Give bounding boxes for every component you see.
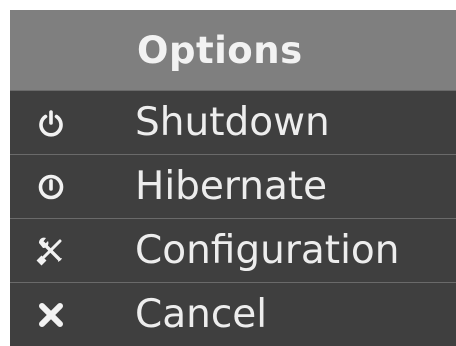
hibernate-icon: [31, 167, 71, 207]
tools-icon: [31, 231, 71, 271]
menu-item-shutdown[interactable]: Shutdown: [10, 90, 456, 154]
menu-item-cancel[interactable]: Cancel: [10, 282, 456, 346]
close-icon: [31, 295, 71, 335]
options-menu: Options Shutdown Hibernate Configuration…: [10, 10, 456, 346]
menu-header: Options: [10, 10, 456, 90]
menu-item-configuration[interactable]: Configuration: [10, 218, 456, 282]
menu-title: Options: [137, 28, 303, 72]
menu-item-hibernate[interactable]: Hibernate: [10, 154, 456, 218]
menu-item-label: Hibernate: [135, 164, 328, 209]
menu-item-label: Cancel: [135, 292, 268, 337]
power-icon: [31, 103, 71, 143]
menu-item-label: Shutdown: [135, 100, 330, 145]
menu-item-label: Configuration: [135, 228, 400, 273]
